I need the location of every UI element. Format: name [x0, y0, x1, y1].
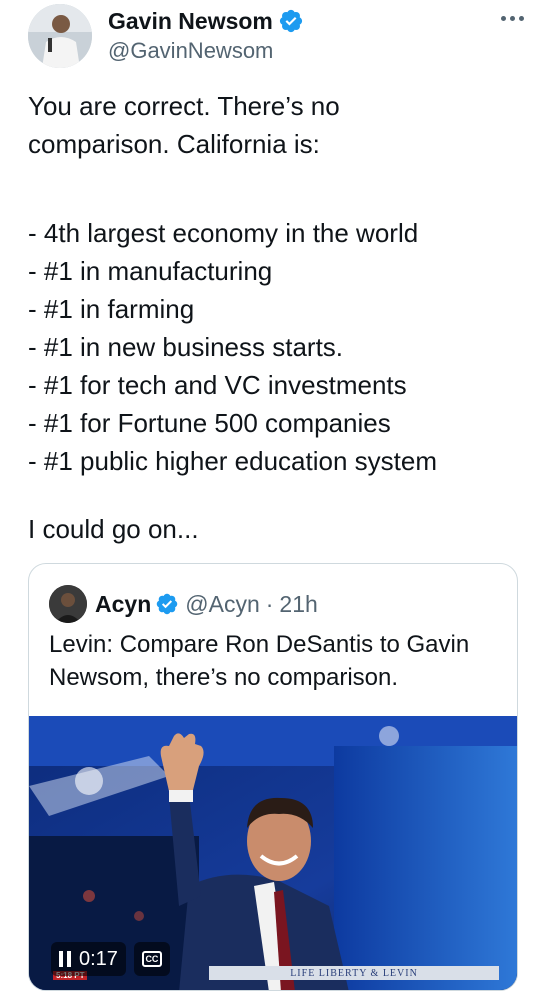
list-item: - #1 for tech and VC investments — [28, 369, 407, 400]
quoted-avatar — [49, 585, 87, 623]
list-item: - 4th largest economy in the world — [28, 217, 419, 248]
list-item: - #1 in new business starts. — [28, 331, 344, 362]
meta-separator: · — [265, 590, 274, 617]
list-item: - #1 public higher education system — [28, 445, 438, 476]
author-name[interactable]: Gavin Newsom — [108, 8, 273, 35]
pause-icon[interactable] — [59, 951, 71, 967]
quoted-tweet-text: Levin: Compare Ron DeSantis to Gavin New… — [49, 628, 497, 694]
playback-control[interactable]: 0:17 — [51, 942, 126, 976]
tweet-header: Gavin Newsom @GavinNewsom — [28, 2, 527, 68]
video-controls: 0:17 CC — [51, 942, 170, 976]
list-item: - #1 in farming — [28, 293, 195, 324]
verified-badge-icon — [279, 9, 302, 33]
quoted-author-name: Acyn — [95, 590, 152, 617]
intro-line-2: comparison. California is: — [28, 128, 320, 159]
achievement-list: - 4th largest economy in the world - #1 … — [28, 215, 529, 481]
intro-line-1: You are correct. There’s no — [28, 91, 340, 121]
quoted-tweet-header: Acyn @Acyn · 21h — [49, 584, 318, 624]
avatar[interactable] — [28, 4, 92, 68]
video-player[interactable]: 5:18 PT LIFE LIBERTY & LEVIN 0:17 CC — [29, 716, 517, 990]
cc-icon: CC — [141, 951, 162, 967]
verified-badge-icon — [157, 593, 178, 615]
list-item: - #1 for Fortune 500 companies — [28, 407, 391, 438]
author-names: Gavin Newsom @GavinNewsom — [108, 6, 304, 64]
quoted-text-line: Levin: Compare Ron DeSantis to Gavin — [49, 631, 470, 658]
more-options-icon[interactable] — [497, 10, 527, 26]
tweet-body: You are correct. There’s no comparison. … — [28, 88, 529, 548]
quoted-author-handle: @Acyn — [185, 590, 260, 617]
quoted-tweet[interactable]: Acyn @Acyn · 21h Levin: Compare Ron DeSa… — [28, 563, 518, 991]
closing-line: I could go on... — [28, 513, 199, 544]
list-item: - #1 in manufacturing — [28, 255, 273, 286]
video-time: 0:17 — [79, 947, 118, 970]
captions-button[interactable]: CC — [133, 942, 170, 976]
quoted-timestamp: 21h — [279, 590, 318, 617]
quoted-text-line: Newsom, there’s no comparison. — [49, 664, 399, 691]
show-ticker: LIFE LIBERTY & LEVIN — [209, 966, 499, 980]
author-handle[interactable]: @GavinNewsom — [108, 38, 304, 64]
